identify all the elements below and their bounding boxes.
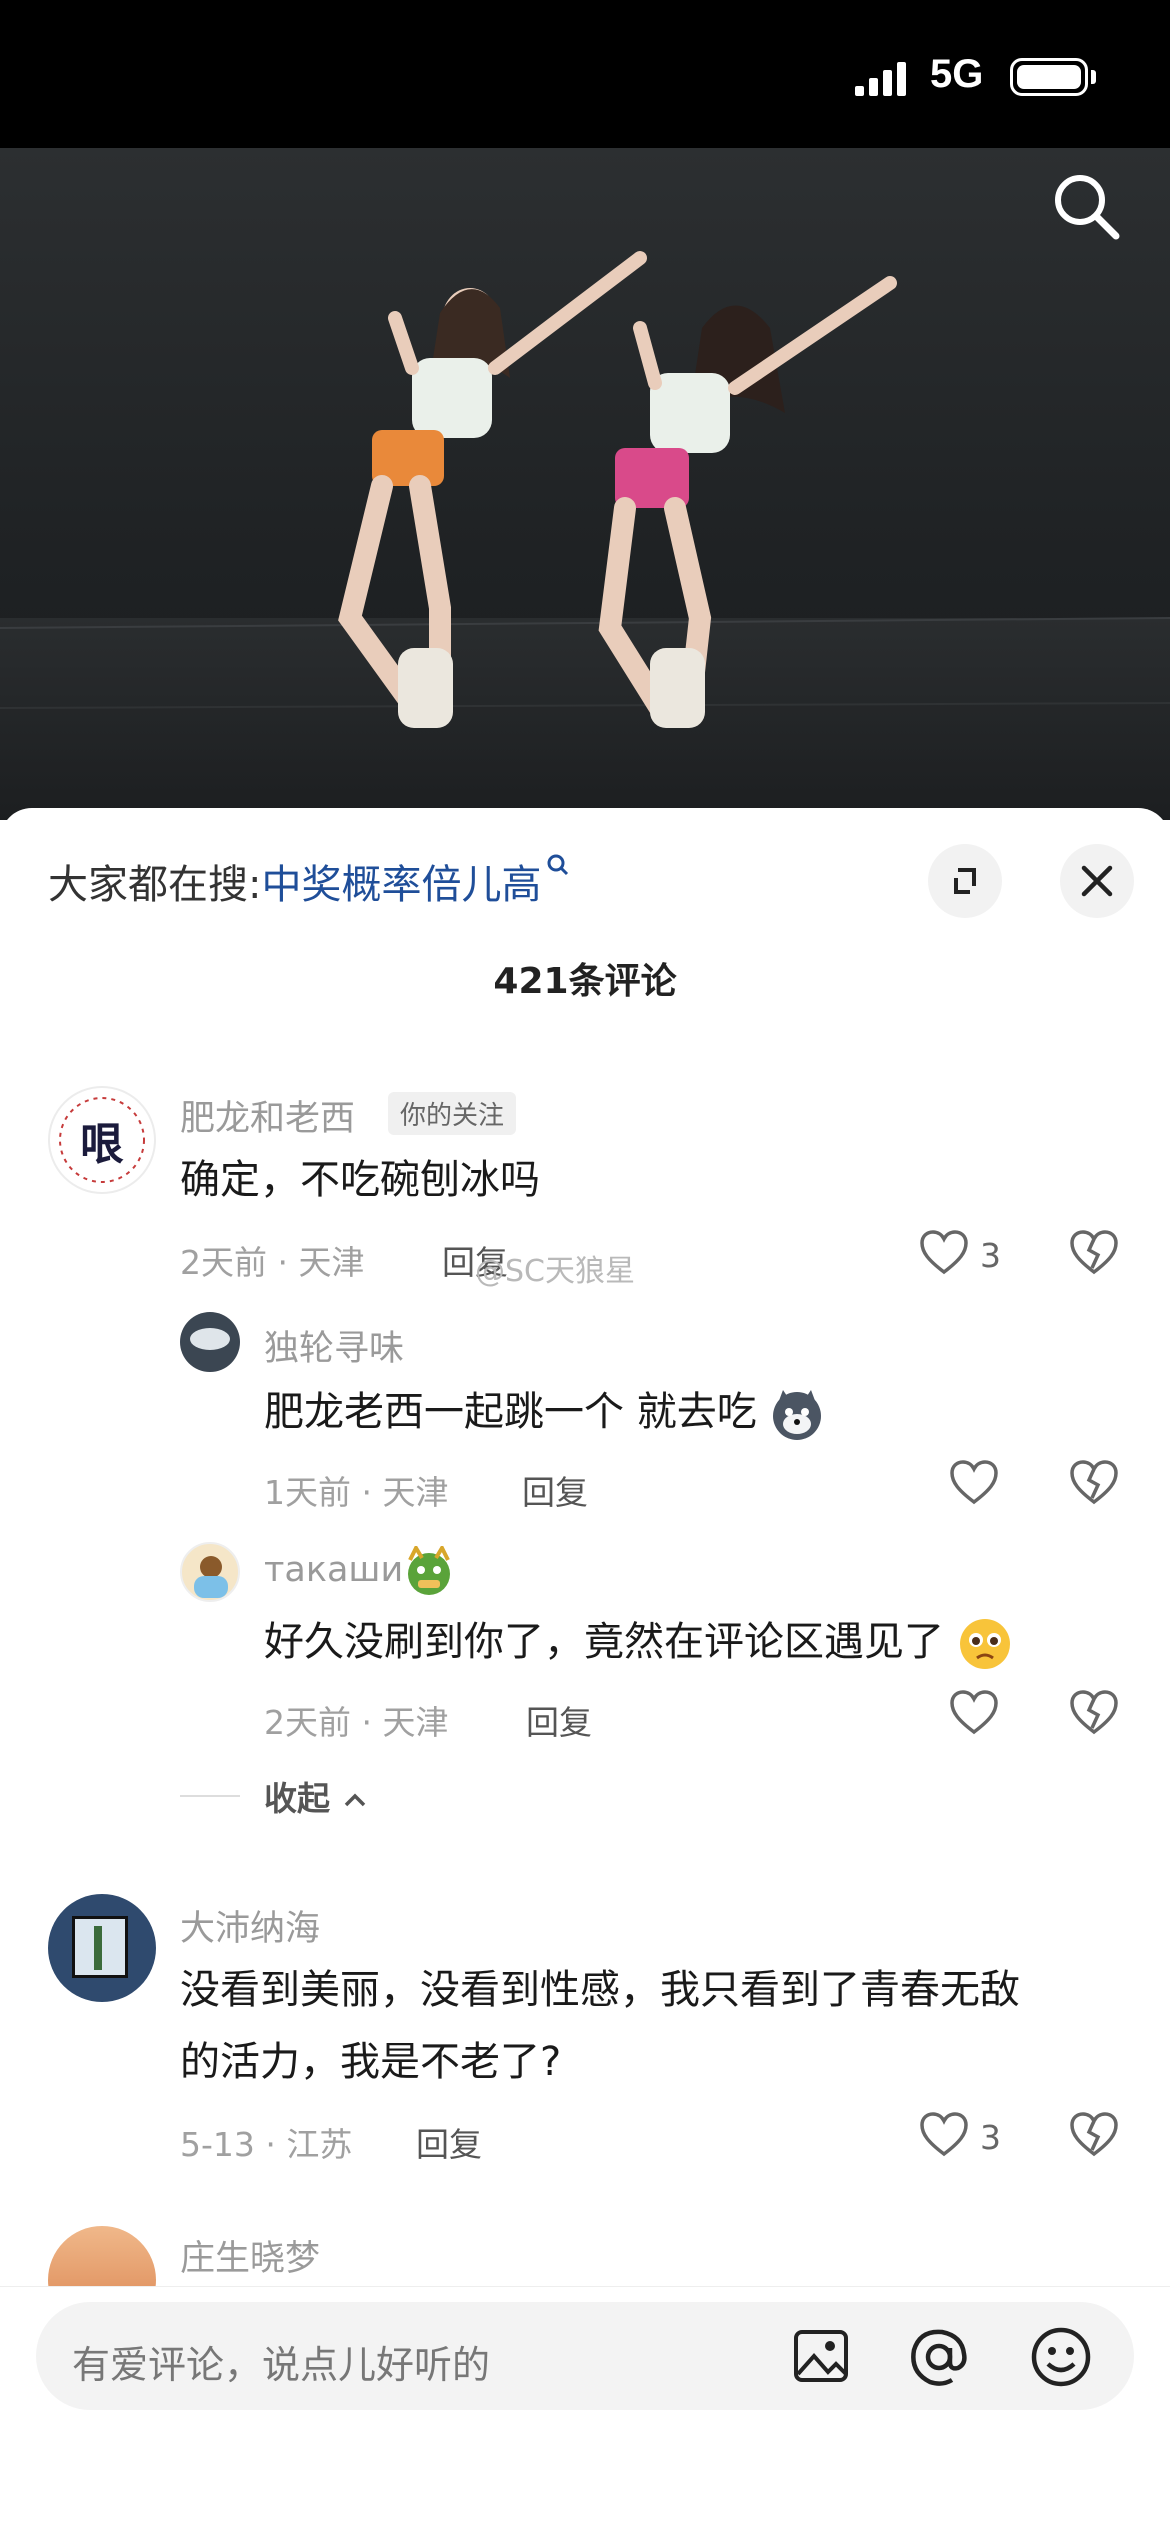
expand-icon xyxy=(954,868,976,894)
reply-meta: 2天前 · 天津 xyxy=(264,1703,449,1742)
heart-icon[interactable] xyxy=(948,1688,1000,1736)
signal-icon xyxy=(855,62,906,96)
comment-text: 确定，不吃碗刨冰吗 xyxy=(180,1157,540,1203)
expand-button[interactable] xyxy=(928,844,1002,918)
reply-text: 肥龙老西一起跳一个 就去吃 xyxy=(264,1376,825,1448)
reply-button[interactable]: 回复 xyxy=(526,1696,592,1744)
avatar[interactable] xyxy=(180,1312,240,1372)
battery-icon xyxy=(1010,58,1088,96)
dislike-icon[interactable] xyxy=(1068,1688,1120,1736)
avatar[interactable] xyxy=(180,1542,240,1602)
search-icon[interactable] xyxy=(1050,170,1122,242)
chevron-up-icon xyxy=(344,1793,365,1807)
like-count: 3 xyxy=(980,2118,1001,2157)
status-bar: 5G xyxy=(0,0,1170,148)
reply-meta: 1天前 · 天津 xyxy=(264,1473,449,1512)
heart-icon[interactable] xyxy=(918,1228,970,1276)
heart-icon[interactable] xyxy=(948,1458,1000,1506)
like-count: 3 xyxy=(980,1236,1001,1275)
comment-meta: 2天前 · 天津 xyxy=(180,1243,365,1282)
reply-author[interactable]: 独轮寻味 xyxy=(264,1320,404,1371)
dancer-left xyxy=(338,251,647,728)
hot-search-keyword[interactable]: 中奖概率倍儿高 xyxy=(261,862,541,908)
comment-count: 421条评论 xyxy=(493,961,677,1002)
hot-search[interactable]: 大家都在搜:中奖概率倍儿高 xyxy=(48,852,571,910)
dislike-icon[interactable] xyxy=(1068,1458,1120,1506)
watermark: @SC天狼星 xyxy=(475,1254,635,1289)
wolf-emoji-icon xyxy=(773,1390,822,1440)
video-player[interactable] xyxy=(0,148,1170,820)
reply-author[interactable]: такаши xyxy=(264,1550,403,1590)
comment-meta: 5-13 · 江苏 xyxy=(180,2125,353,2164)
comment-author[interactable]: 肥龙和老西 xyxy=(180,1090,355,1141)
comment-author[interactable]: 大沛纳海 xyxy=(180,1900,320,1951)
video-frame xyxy=(0,251,1170,728)
collapse-divider xyxy=(180,1795,240,1797)
emoji-icon[interactable] xyxy=(1030,2326,1092,2388)
reply-button[interactable]: 回复 xyxy=(416,2118,482,2166)
collapse-replies-button[interactable]: 收起 xyxy=(264,1772,368,1820)
avatar[interactable] xyxy=(48,1894,156,2002)
reply-button[interactable]: 回复 xyxy=(522,1466,588,1514)
mention-icon[interactable] xyxy=(908,2326,970,2388)
dislike-icon[interactable] xyxy=(1068,1228,1120,1276)
image-icon[interactable] xyxy=(792,2328,850,2384)
avatar[interactable]: 哏 xyxy=(48,1086,156,1194)
search-icon xyxy=(547,854,569,876)
comment-text: 没看到美丽，没看到性感，我只看到了青春无敌 xyxy=(180,1967,1020,2013)
following-badge: 你的关注 xyxy=(388,1092,517,1135)
dragon-icon xyxy=(408,1546,450,1595)
comment-input-placeholder[interactable]: 有爱评论，说点儿好听的 xyxy=(72,2334,490,2389)
hot-search-prefix: 大家都在搜: xyxy=(48,862,262,908)
dancer-right xyxy=(598,276,897,728)
heart-icon[interactable] xyxy=(918,2110,970,2158)
reply-text: 好久没刷到你了，竟然在评论区遇见了 xyxy=(264,1606,1013,1678)
close-icon xyxy=(1081,865,1113,897)
close-button[interactable] xyxy=(1060,844,1134,918)
network-label: 5G xyxy=(930,52,984,96)
dislike-icon[interactable] xyxy=(1068,2110,1120,2158)
comment-author[interactable]: 庄生晓梦 xyxy=(180,2230,320,2281)
comment-text: 的活力，我是不老了? xyxy=(180,2039,562,2085)
teary-face-emoji-icon xyxy=(959,1619,1010,1669)
